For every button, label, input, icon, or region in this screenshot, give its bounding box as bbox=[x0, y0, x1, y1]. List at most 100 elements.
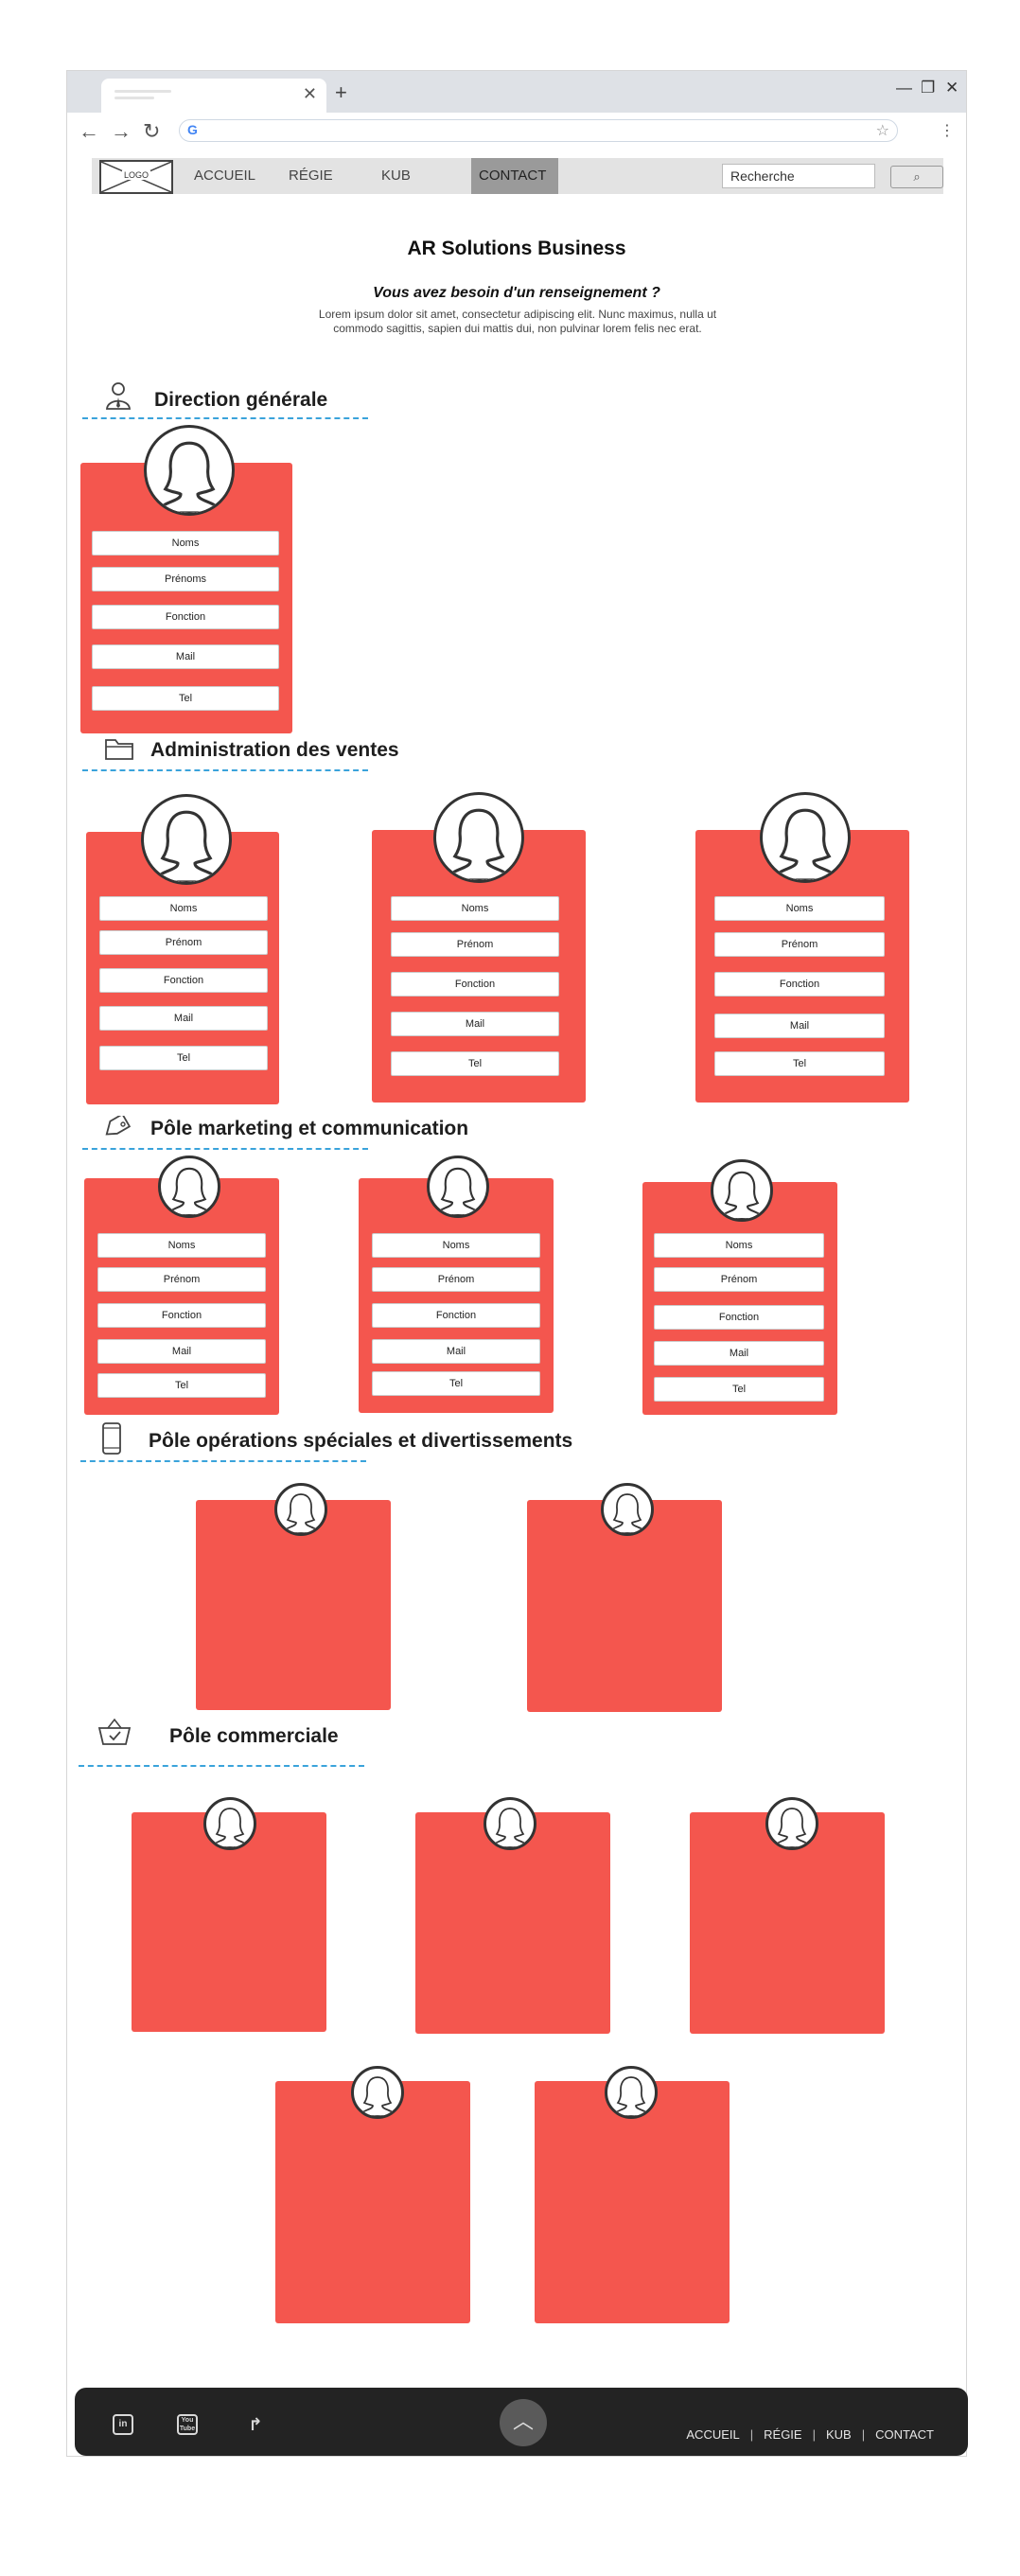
contact-card bbox=[415, 1797, 610, 2034]
firstname-field[interactable]: Prénom bbox=[654, 1267, 824, 1292]
section-title: Pôle marketing et communication bbox=[150, 1118, 469, 1139]
section-divider bbox=[82, 417, 368, 419]
magnifier-icon: ⌕ bbox=[913, 169, 921, 184]
contact-card: Noms Prénom Fonction Mail Tel bbox=[86, 794, 279, 1104]
mail-field[interactable]: Mail bbox=[714, 1014, 885, 1038]
scroll-top-button[interactable]: ︿ bbox=[500, 2399, 547, 2446]
mail-field[interactable]: Mail bbox=[391, 1012, 559, 1036]
name-field[interactable]: Noms bbox=[654, 1233, 824, 1258]
function-field[interactable]: Fonction bbox=[99, 968, 268, 993]
firstname-field[interactable]: Prénom bbox=[97, 1267, 266, 1292]
firstname-field[interactable]: Prénom bbox=[714, 932, 885, 957]
folder-icon bbox=[105, 737, 133, 767]
function-field[interactable]: Fonction bbox=[714, 972, 885, 997]
name-field[interactable]: Noms bbox=[391, 896, 559, 921]
function-field[interactable]: Fonction bbox=[654, 1305, 824, 1330]
logo[interactable]: LOGO bbox=[99, 160, 173, 194]
footer-nav: ACCUEIL | RÉGIE | KUB | CONTACT bbox=[686, 2427, 934, 2442]
close-icon[interactable]: ✕ bbox=[945, 79, 958, 97]
phone-field[interactable]: Tel bbox=[97, 1373, 266, 1398]
section-divider bbox=[80, 1460, 366, 1462]
intro-text: Lorem ipsum dolor sit amet, consectetur … bbox=[318, 308, 717, 335]
mail-field[interactable]: Mail bbox=[372, 1339, 540, 1364]
footer-link-kub[interactable]: KUB bbox=[826, 2427, 852, 2442]
avatar bbox=[141, 794, 232, 885]
nav-contact-label: CONTACT bbox=[479, 168, 547, 184]
google-icon: G bbox=[187, 122, 198, 137]
firstname-field[interactable]: Prénom bbox=[391, 932, 559, 957]
mail-field[interactable]: Mail bbox=[99, 1006, 268, 1031]
site-navbar: LOGO ACCUEIL RÉGIE KUB CONTACT Recherche… bbox=[92, 158, 943, 194]
avatar bbox=[203, 1797, 256, 1850]
browser-window: ✕ + — ❐ ✕ ← → ↻ G ☆ ⋮ LOGO ACCUEIL RÉGIE… bbox=[66, 70, 968, 2457]
phone-field[interactable]: Tel bbox=[714, 1051, 885, 1076]
mail-field[interactable]: Mail bbox=[654, 1341, 824, 1366]
forward-arrow-icon[interactable]: → bbox=[111, 119, 132, 144]
restore-icon[interactable]: ❐ bbox=[921, 79, 935, 97]
back-arrow-icon[interactable]: ← bbox=[79, 119, 99, 144]
phone-field[interactable]: Tel bbox=[372, 1371, 540, 1396]
minimize-icon[interactable]: — bbox=[896, 79, 912, 97]
phone-field[interactable]: Tel bbox=[654, 1377, 824, 1402]
contact-card bbox=[132, 1797, 326, 2032]
avatar-silhouette-icon bbox=[774, 1808, 810, 1847]
separator: | bbox=[749, 2427, 754, 2442]
youtube-icon[interactable]: You Tube bbox=[177, 2414, 198, 2435]
search-button[interactable]: ⌕ bbox=[890, 166, 943, 188]
page-subtitle: Vous avez besoin d'un renseignement ? bbox=[373, 285, 660, 301]
share-icon[interactable]: ↱ bbox=[245, 2414, 266, 2435]
phone-field[interactable]: Tel bbox=[99, 1046, 268, 1070]
function-field[interactable]: Fonction bbox=[391, 972, 559, 997]
kebab-menu-icon[interactable]: ⋮ bbox=[940, 121, 955, 140]
mail-field[interactable]: Mail bbox=[97, 1339, 266, 1364]
reload-icon[interactable]: ↻ bbox=[143, 119, 160, 144]
plus-icon[interactable]: + bbox=[335, 80, 347, 105]
avatar-silhouette-icon bbox=[283, 1493, 319, 1533]
contact-card bbox=[535, 2066, 730, 2323]
firstname-field[interactable]: Prénom bbox=[99, 930, 268, 955]
url-input[interactable]: G ☆ bbox=[179, 119, 898, 142]
avatar bbox=[144, 425, 235, 516]
contact-card: Noms Prénom Fonction Mail Tel bbox=[372, 792, 586, 1103]
name-field[interactable]: Noms bbox=[99, 896, 268, 921]
avatar-silhouette-icon bbox=[360, 2076, 396, 2116]
nav-kub[interactable]: KUB bbox=[381, 168, 411, 184]
name-field[interactable]: Noms bbox=[97, 1233, 266, 1258]
avatar-silhouette-icon bbox=[153, 810, 220, 882]
separator: | bbox=[812, 2427, 816, 2442]
tab-bar: ✕ + — ❐ ✕ bbox=[67, 71, 966, 113]
avatar bbox=[433, 792, 524, 883]
section-title: Direction générale bbox=[154, 389, 328, 411]
phone-field[interactable]: Tel bbox=[92, 686, 279, 711]
search-input[interactable]: Recherche bbox=[722, 164, 875, 188]
avatar-silhouette-icon bbox=[772, 808, 838, 880]
section-title: Pôle commerciale bbox=[169, 1725, 339, 1747]
avatar bbox=[601, 1483, 654, 1536]
star-icon[interactable]: ☆ bbox=[876, 121, 889, 140]
name-field[interactable]: Noms bbox=[372, 1233, 540, 1258]
firstname-field[interactable]: Prénom bbox=[372, 1267, 540, 1292]
nav-regie[interactable]: RÉGIE bbox=[289, 168, 333, 184]
mail-field[interactable]: Mail bbox=[92, 644, 279, 669]
function-field[interactable]: Fonction bbox=[92, 605, 279, 629]
avatar-silhouette-icon bbox=[156, 441, 222, 513]
contact-card: Noms Prénom Fonction Mail Tel bbox=[359, 1156, 554, 1413]
footer-link-regie[interactable]: RÉGIE bbox=[764, 2427, 801, 2442]
footer-link-contact[interactable]: CONTACT bbox=[875, 2427, 934, 2442]
function-field[interactable]: Fonction bbox=[372, 1303, 540, 1328]
name-field[interactable]: Noms bbox=[92, 531, 279, 556]
linkedin-icon[interactable]: in bbox=[113, 2414, 133, 2435]
function-field[interactable]: Fonction bbox=[97, 1303, 266, 1328]
nav-contact[interactable]: CONTACT bbox=[471, 158, 558, 194]
name-field[interactable]: Noms bbox=[714, 896, 885, 921]
contact-card bbox=[275, 2066, 470, 2323]
firstname-field[interactable]: Prénoms bbox=[92, 567, 279, 591]
nav-accueil[interactable]: ACCUEIL bbox=[194, 168, 255, 184]
footer-link-accueil[interactable]: ACCUEIL bbox=[686, 2427, 739, 2442]
contact-card bbox=[527, 1483, 722, 1712]
close-tab-icon[interactable]: ✕ bbox=[303, 84, 317, 104]
phone-field[interactable]: Tel bbox=[391, 1051, 559, 1076]
separator: | bbox=[861, 2427, 866, 2442]
browser-tab[interactable]: ✕ bbox=[101, 79, 326, 113]
address-bar: ← → ↻ G ☆ ⋮ bbox=[67, 113, 966, 149]
